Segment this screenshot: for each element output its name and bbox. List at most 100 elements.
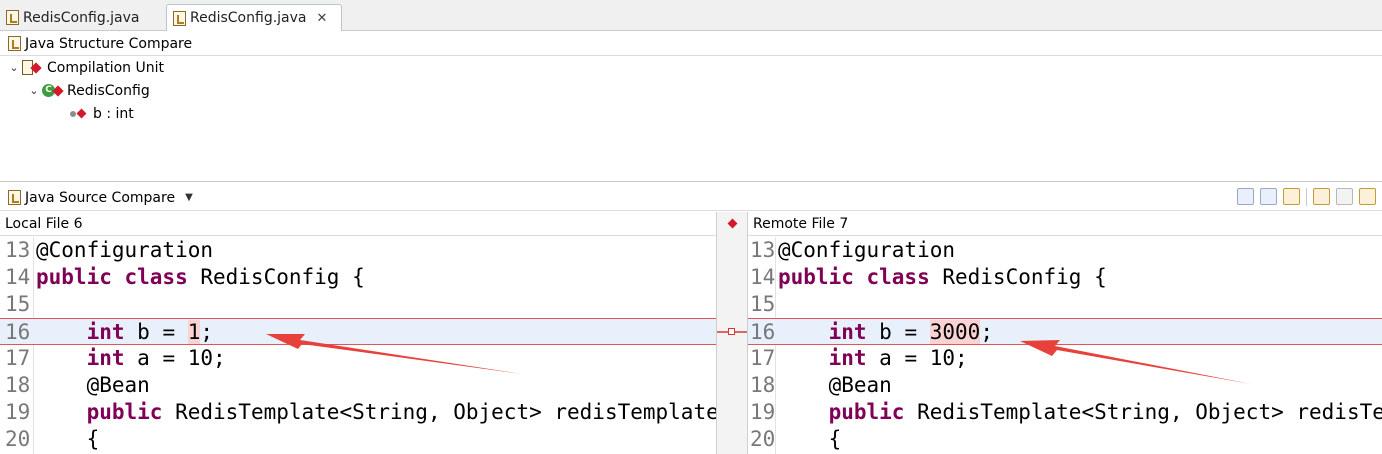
- toolbar-separator: [1306, 188, 1307, 206]
- left-code-pane[interactable]: 13 @Configuration 14 public class RedisConf…: [0, 237, 716, 454]
- code-fragment: RedisTemplate<String, Object> redisTempl…: [917, 400, 1382, 424]
- right-file-label: Remote File 7: [748, 212, 1382, 236]
- line-number: 15: [5, 292, 31, 316]
- keyword: int: [36, 320, 125, 344]
- line-number: 18: [5, 373, 31, 397]
- line-number: 14: [750, 265, 776, 289]
- tree-item-label: Compilation Unit: [47, 59, 164, 76]
- code-line: 15: [748, 291, 1382, 318]
- keyword: int: [36, 346, 125, 370]
- keyword: public class: [36, 265, 188, 289]
- tree-item-compilation-unit[interactable]: ⌄ Compilation Unit: [0, 56, 1382, 79]
- code-text: int a = 10;: [36, 345, 226, 372]
- structure-compare-panel: Java Structure Compare ⌄ Compilation Uni…: [0, 32, 1382, 182]
- code-fragment: @Bean: [36, 373, 150, 397]
- line-number: 13: [750, 238, 776, 262]
- two-way-compare-icon[interactable]: [1237, 188, 1254, 205]
- field-icon: [70, 106, 90, 122]
- java-file-icon: [173, 10, 186, 26]
- line-number: 15: [750, 292, 776, 316]
- tab-redisconfig-active[interactable]: RedisConfig.java ✕: [166, 4, 342, 31]
- code-fragment: RedisConfig {: [929, 265, 1107, 289]
- code-line-changed: 16 int b = 1;: [0, 318, 716, 345]
- line-number: 20: [750, 427, 776, 451]
- copy-all-left-to-right-icon[interactable]: [1313, 188, 1330, 205]
- class-icon: C: [42, 83, 64, 99]
- code-line: 20 {: [0, 426, 716, 453]
- keyword: public: [778, 400, 905, 424]
- code-line: 14 public class RedisConfig {: [748, 264, 1382, 291]
- code-fragment: RedisConfig {: [187, 265, 365, 289]
- code-line: 18 @Bean: [0, 372, 716, 399]
- source-compare-title[interactable]: Java Source Compare: [25, 190, 175, 206]
- chevron-down-icon[interactable]: ⌄: [26, 84, 42, 97]
- copy-change-left-icon[interactable]: [1359, 188, 1376, 205]
- copy-change-right-icon[interactable]: [1336, 188, 1353, 205]
- java-file-icon: [8, 190, 21, 205]
- line-number: 19: [5, 400, 31, 424]
- tree-item-label: b : int: [93, 105, 134, 122]
- tree-item-field-b[interactable]: b : int: [0, 102, 1382, 125]
- line-number: 14: [5, 265, 31, 289]
- java-file-icon: [6, 10, 19, 25]
- code-fragment: ;: [200, 320, 214, 344]
- code-fragment: {: [36, 427, 100, 451]
- line-number: 19: [750, 400, 776, 424]
- code-text: @Configuration: [778, 237, 955, 264]
- chevron-down-icon[interactable]: ▼: [185, 192, 193, 203]
- code-fragment: b =: [866, 320, 930, 344]
- tab-redisconfig-inactive[interactable]: RedisConfig.java: [0, 4, 164, 31]
- code-line: 17 int a = 10;: [0, 345, 716, 372]
- code-line: 19 public RedisTemplate<String, Object> …: [0, 399, 716, 426]
- editor-tab-bar: RedisConfig.java RedisConfig.java ✕: [0, 0, 1382, 31]
- structure-compare-header: Java Structure Compare: [0, 32, 1382, 56]
- code-fragment: b =: [124, 320, 188, 344]
- code-fragment: @Bean: [778, 373, 892, 397]
- left-file-label: Local File 6: [0, 212, 716, 236]
- close-icon[interactable]: ✕: [316, 11, 327, 26]
- diff-connector-handle[interactable]: [728, 328, 735, 335]
- line-number: 18: [750, 373, 776, 397]
- show-ancestor-icon[interactable]: [1260, 188, 1277, 205]
- code-line: 15: [0, 291, 716, 318]
- code-text: {: [36, 426, 100, 453]
- right-code-pane[interactable]: 13 @Configuration 14 public class RedisConf…: [748, 237, 1382, 454]
- keyword: int: [778, 346, 867, 370]
- compilation-unit-icon: [22, 59, 44, 76]
- line-number: 16: [5, 320, 31, 344]
- code-line: 13 @Configuration: [748, 237, 1382, 264]
- code-fragment: ;: [980, 320, 993, 344]
- code-text: public RedisTemplate<String, Object> red…: [778, 399, 1382, 426]
- structure-compare-title: Java Structure Compare: [25, 35, 193, 52]
- chevron-down-icon[interactable]: ⌄: [6, 61, 22, 74]
- line-number: 17: [5, 346, 31, 370]
- source-compare-header: Java Source Compare ▼: [0, 185, 1382, 211]
- tab-label: RedisConfig.java: [190, 10, 307, 26]
- code-line: 14 public class RedisConfig {: [0, 264, 716, 291]
- code-fragment: @Configuration: [778, 238, 956, 262]
- diff-marker-icon: [727, 218, 738, 229]
- code-fragment: a = 10;: [866, 346, 968, 370]
- code-line-changed: 16 int b = 3000;: [748, 318, 1382, 345]
- diff-highlight: 3000: [929, 320, 981, 344]
- code-fragment: RedisTemplate<String, Object> redisTempl…: [162, 400, 716, 424]
- code-text: public class RedisConfig {: [36, 264, 365, 291]
- code-line: 17 int a = 10;: [748, 345, 1382, 372]
- tree-item-redisconfig[interactable]: ⌄ C RedisConfig: [0, 79, 1382, 102]
- line-number: 16: [750, 320, 776, 344]
- code-fragment: {: [778, 427, 842, 451]
- compare-toolbar: [1237, 188, 1376, 206]
- code-text: int b = 1;: [36, 319, 213, 346]
- tab-label: RedisConfig.java: [23, 9, 140, 26]
- keyword: public: [36, 400, 163, 424]
- swap-sides-icon[interactable]: [1283, 188, 1300, 205]
- line-number: 13: [5, 238, 31, 262]
- code-fragment: a = 10;: [124, 346, 226, 370]
- code-text: {: [778, 426, 842, 453]
- code-text: public RedisTemplate<String, Object> red…: [36, 399, 716, 426]
- code-line: 19 public RedisTemplate<String, Object> …: [748, 399, 1382, 426]
- code-text: int b = 3000;: [778, 319, 993, 346]
- code-fragment: @Configuration: [36, 238, 214, 262]
- code-line: 13 @Configuration: [0, 237, 716, 264]
- code-text: @Bean: [36, 372, 150, 399]
